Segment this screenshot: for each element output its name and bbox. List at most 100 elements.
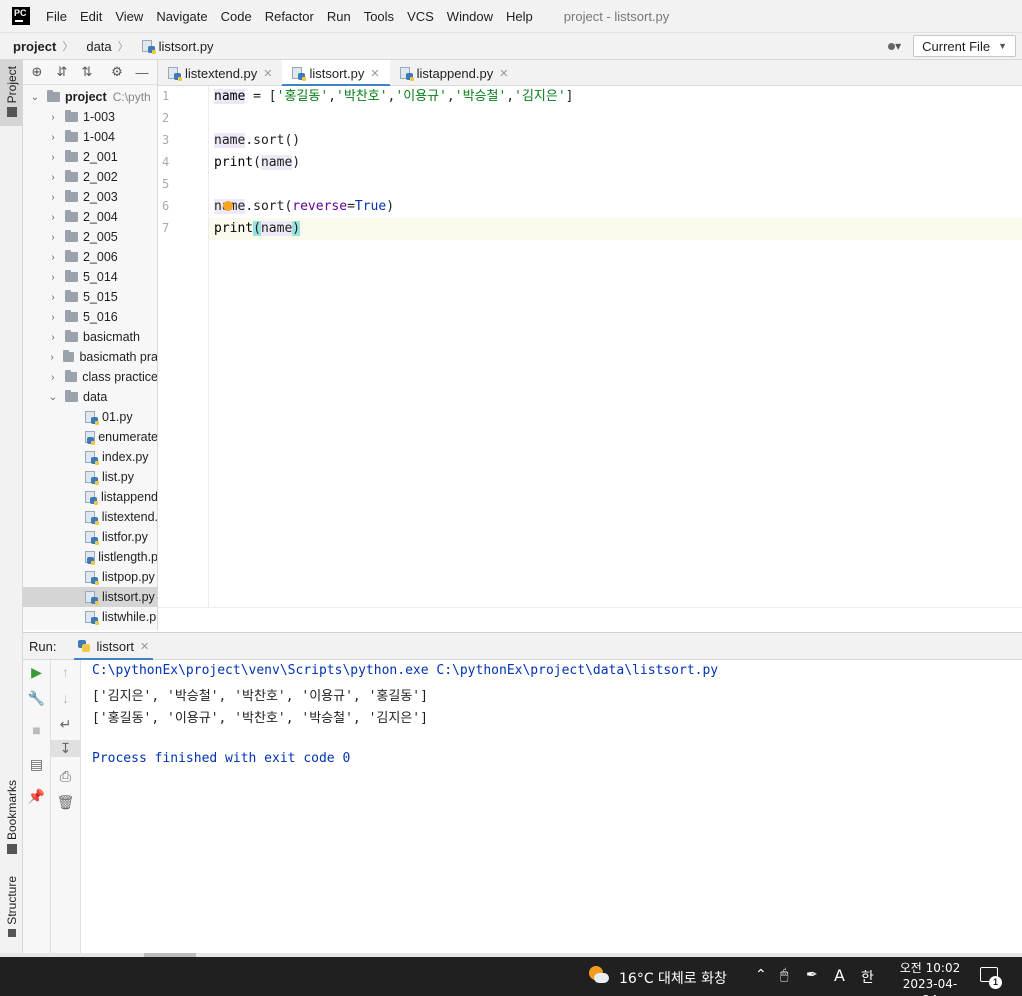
user-account-icon[interactable]: ▾: [888, 39, 901, 53]
run-icon[interactable]: ▶: [23, 664, 50, 681]
scroll-to-end-icon[interactable]: ↧: [51, 740, 80, 757]
close-icon[interactable]: ✕: [499, 67, 508, 80]
tree-folder[interactable]: › 5_015: [23, 287, 157, 307]
tree-folder[interactable]: › 2_001: [23, 147, 157, 167]
weather-partly-sunny-icon[interactable]: [589, 966, 609, 986]
run-tab-listsort[interactable]: listsort ✕: [74, 632, 154, 661]
tab-listappend[interactable]: listappend.py ✕: [390, 60, 519, 86]
breadcrumb-file[interactable]: listsort.py: [141, 39, 214, 54]
project-toolbar: ⊕ ⇵ ⇅ ⚙ —: [23, 60, 157, 85]
layout-icon[interactable]: ▤: [23, 756, 50, 773]
menu-view[interactable]: View: [115, 9, 143, 24]
code-line-6[interactable]: name.sort(reverse=True): [209, 196, 1022, 218]
menu-refactor[interactable]: Refactor: [265, 9, 314, 24]
tree-file[interactable]: list.py: [23, 467, 157, 487]
menu-navigate[interactable]: Navigate: [156, 9, 207, 24]
menu-vcs[interactable]: VCS: [407, 9, 434, 24]
tree-folder[interactable]: › 2_003: [23, 187, 157, 207]
tree-folder[interactable]: › 1-003: [23, 107, 157, 127]
run-toolbar-primary: ▶ 🔧 ■ ▤ 📌: [23, 660, 51, 953]
tree-folder[interactable]: › class practice: [23, 367, 157, 387]
menu-code[interactable]: Code: [221, 9, 252, 24]
tree-folder[interactable]: › 5_016: [23, 307, 157, 327]
chevron-right-icon: ›: [50, 351, 54, 363]
tree-folder[interactable]: › basicmath pra: [23, 347, 157, 367]
tree-folder[interactable]: › basicmath: [23, 327, 157, 347]
arrow-up-icon[interactable]: ↑: [51, 664, 80, 680]
folder-icon: [63, 350, 75, 362]
tree-file[interactable]: listwhile.p: [23, 607, 157, 627]
tree-folder[interactable]: › 2_006: [23, 247, 157, 267]
wrench-icon[interactable]: 🔧: [23, 690, 50, 707]
tree-file[interactable]: enumerate: [23, 427, 157, 447]
run-configuration-dropdown[interactable]: Current File ▼: [913, 35, 1016, 57]
tab-listsort[interactable]: listsort.py ✕: [282, 60, 390, 87]
system-clock[interactable]: 오전 10:02 2023-04-24: [896, 960, 964, 996]
tree-file[interactable]: listpop.py: [23, 567, 157, 587]
folder-icon: [65, 150, 78, 162]
hide-panel-icon[interactable]: —: [131, 65, 153, 80]
tree-folder-open[interactable]: ⌄ data: [23, 387, 157, 407]
menu-tools[interactable]: Tools: [364, 9, 394, 24]
breadcrumb-data[interactable]: data 〉: [86, 38, 128, 54]
chevron-right-icon: ›: [51, 151, 55, 163]
menu-file[interactable]: File: [46, 9, 67, 24]
tree-file[interactable]: listlength.p: [23, 547, 157, 567]
code-line-1[interactable]: name = ['홍길동','박찬호','이용규','박승철','김지은']: [209, 86, 1022, 108]
menu-window[interactable]: Window: [447, 9, 493, 24]
intention-bulb-icon[interactable]: [223, 201, 233, 211]
tab-listextend[interactable]: listextend.py ✕: [158, 60, 282, 86]
tree-file-selected[interactable]: listsort.py: [23, 587, 157, 607]
pin-icon[interactable]: 📌: [23, 788, 50, 805]
bookmarks-tool-tab[interactable]: Bookmarks: [0, 780, 23, 855]
gear-icon[interactable]: ⚙: [106, 64, 128, 80]
breadcrumb-project[interactable]: project 〉: [13, 38, 73, 54]
locate-target-icon[interactable]: ⊕: [26, 64, 48, 80]
code-line-7[interactable]: print(name): [209, 218, 1022, 240]
chevron-down-icon: ⌄: [30, 91, 40, 103]
collapse-all-icon[interactable]: ⇅: [76, 64, 98, 80]
window-title: project - listsort.py: [563, 8, 670, 24]
structure-tool-tab[interactable]: Structure: [0, 876, 23, 937]
expand-all-icon[interactable]: ⇵: [51, 64, 73, 80]
project-tool-tab[interactable]: Project: [0, 60, 23, 126]
soft-wrap-icon[interactable]: ↵: [51, 716, 80, 733]
arrow-down-icon[interactable]: ↓: [51, 690, 80, 706]
close-icon[interactable]: ✕: [263, 67, 272, 80]
trash-icon[interactable]: 🗑: [51, 794, 80, 811]
network-icon[interactable]: 🖱: [780, 967, 788, 983]
tree-folder[interactable]: › 2_002: [23, 167, 157, 187]
run-configuration-label: Current File: [922, 38, 991, 54]
print-icon[interactable]: ⎙: [51, 768, 80, 785]
run-console[interactable]: C:\pythonEx\project\venv\Scripts\python.…: [81, 660, 1022, 953]
tree-folder[interactable]: › 5_014: [23, 267, 157, 287]
tree-file[interactable]: 01.py: [23, 407, 157, 427]
tree-folder[interactable]: › 2_004: [23, 207, 157, 227]
tree-folder[interactable]: › 1-004: [23, 127, 157, 147]
pen-icon[interactable]: ✒: [806, 967, 818, 983]
ime-korean-indicator[interactable]: 한: [861, 967, 874, 987]
tree-file[interactable]: listappend: [23, 487, 157, 507]
menu-help[interactable]: Help: [506, 9, 533, 24]
code-line-4[interactable]: print(name): [209, 152, 1022, 174]
python-file-icon: [168, 66, 182, 81]
chevron-up-icon[interactable]: ⌃: [755, 967, 767, 983]
weather-text[interactable]: 16°C 대체로 화창: [619, 968, 727, 988]
tree-file[interactable]: listfor.py: [23, 527, 157, 547]
close-icon[interactable]: ✕: [370, 67, 379, 80]
menu-edit[interactable]: Edit: [80, 9, 102, 24]
line-number: 7: [162, 221, 170, 235]
code-line-3[interactable]: name.sort(): [209, 130, 1022, 152]
tree-root[interactable]: ⌄ project C:\pyth: [23, 87, 157, 107]
input-mode-indicator[interactable]: A: [834, 966, 845, 985]
menu-run[interactable]: Run: [327, 9, 351, 24]
code-token: ): [292, 221, 301, 236]
python-file-icon: [85, 450, 99, 465]
close-icon[interactable]: ✕: [140, 640, 149, 653]
chevron-right-icon: ›: [51, 311, 55, 323]
stop-icon[interactable]: ■: [23, 722, 50, 738]
code-editor[interactable]: name = ['홍길동','박찬호','이용규','박승철','김지은'] n…: [209, 86, 1022, 607]
tree-file[interactable]: listextend.: [23, 507, 157, 527]
tree-file[interactable]: index.py: [23, 447, 157, 467]
tree-folder[interactable]: › 2_005: [23, 227, 157, 247]
